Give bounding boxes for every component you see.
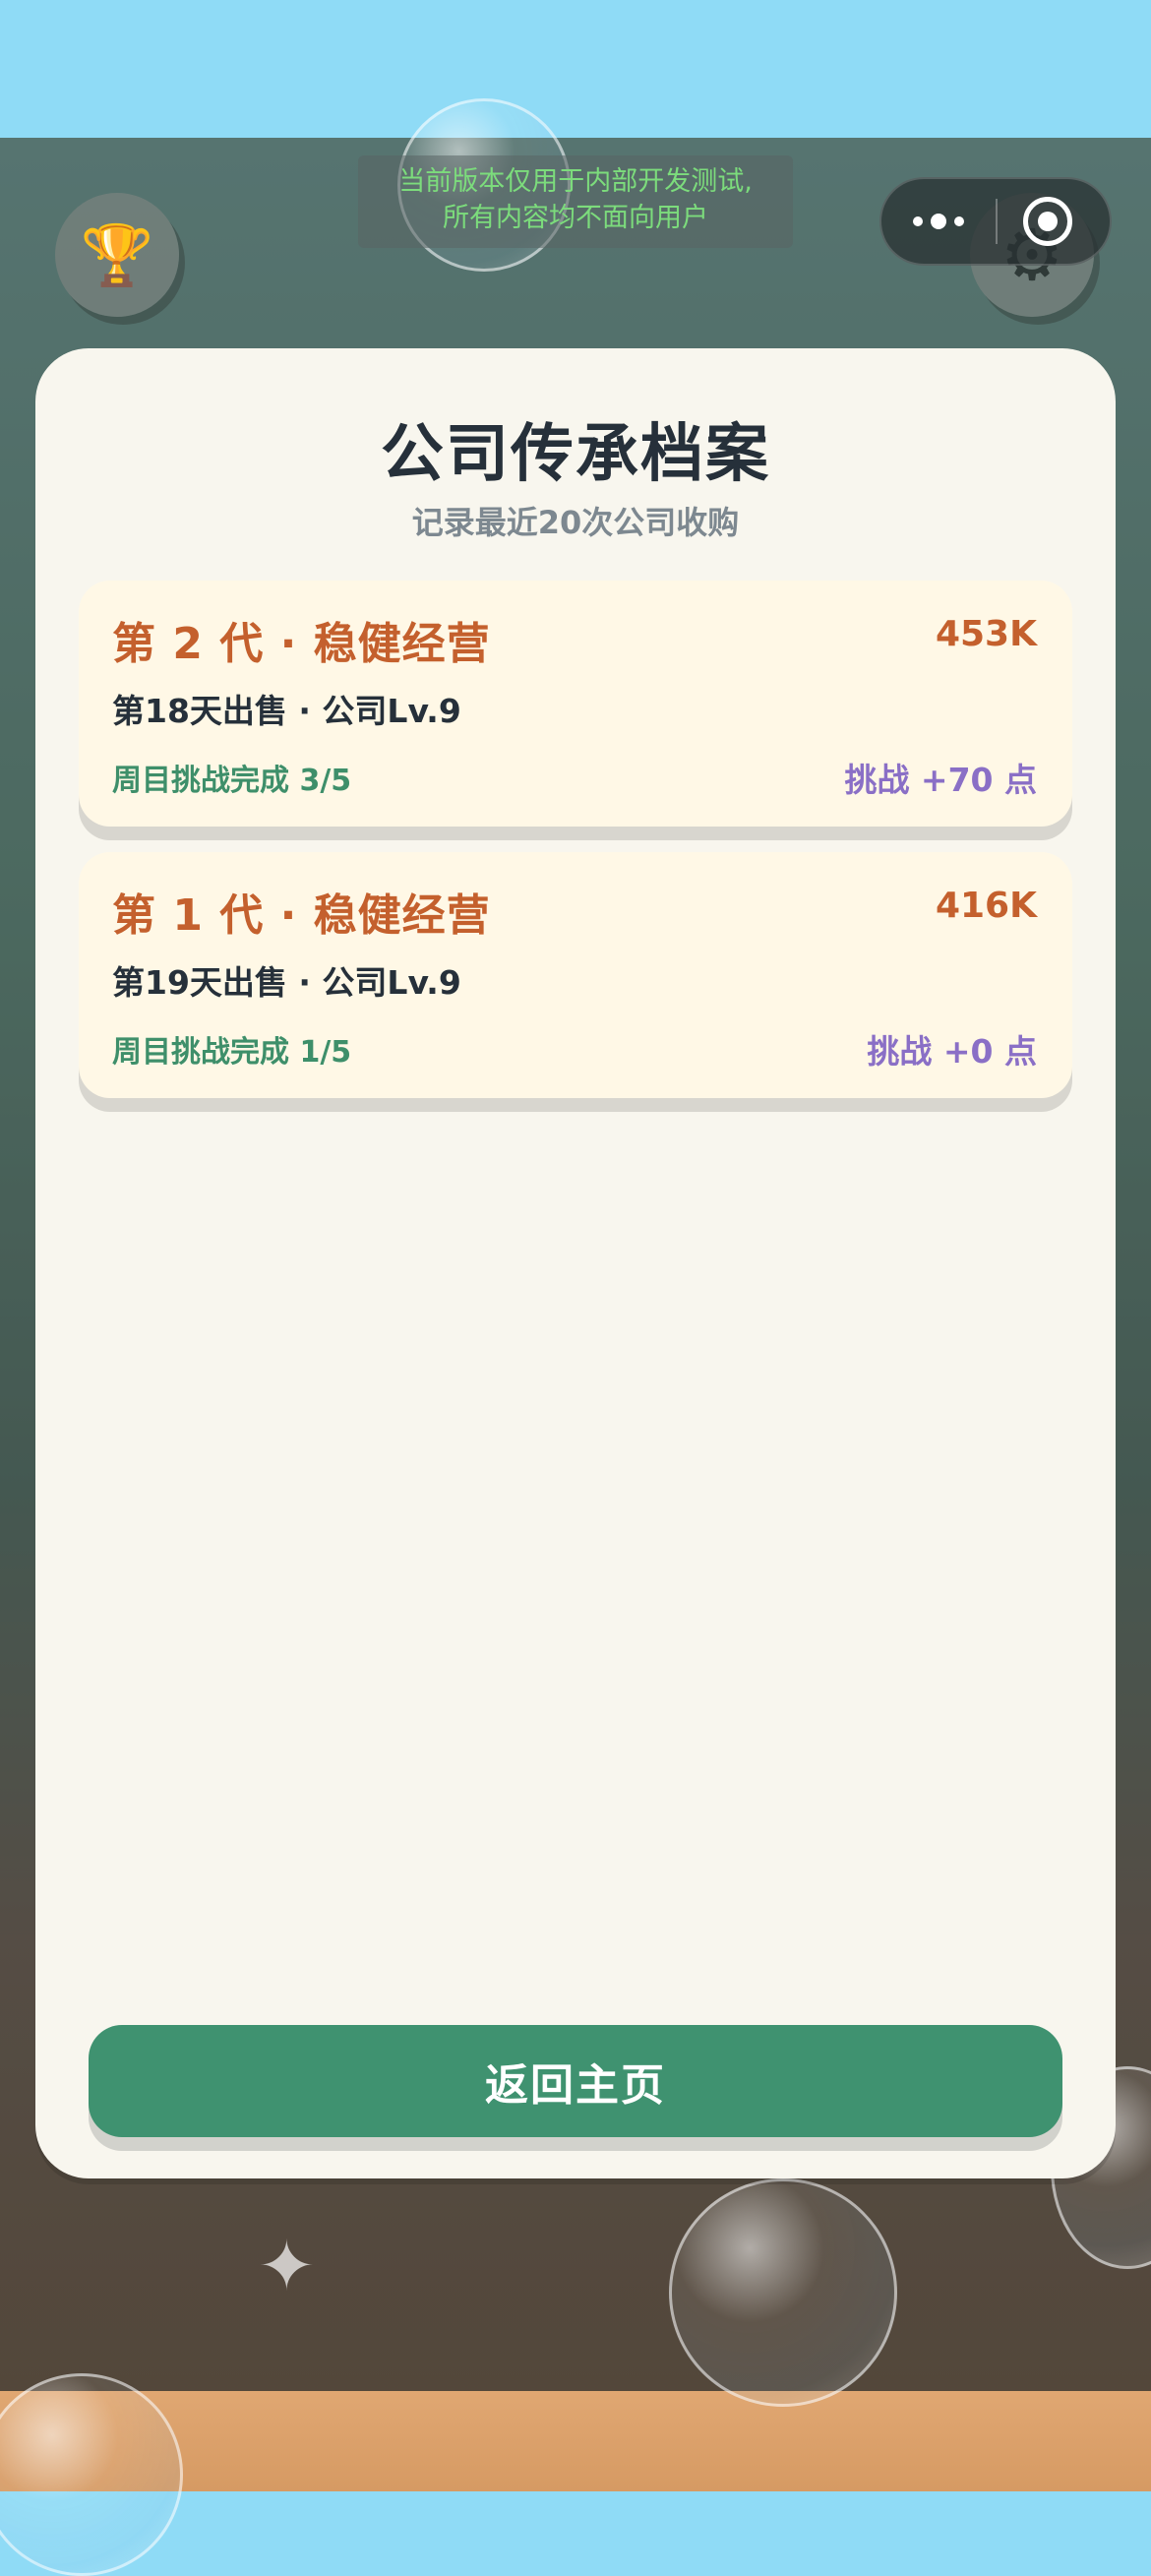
record-title: 第 2 代 · 稳健经营	[112, 619, 491, 669]
miniprogram-close-icon	[1038, 212, 1058, 231]
miniprogram-capsule	[879, 177, 1112, 266]
trophy-button[interactable]: 🏆	[55, 193, 179, 317]
record-points: 挑战 +0 点	[867, 1032, 1037, 1071]
panel-subtitle: 记录最近20次公司收购	[411, 504, 740, 541]
record-card: 第 2 代 · 稳健经营 453K 第18天出售 · 公司Lv.9 周目挑战完成…	[79, 581, 1072, 827]
record-progress: 周目挑战完成 3/5	[112, 764, 352, 798]
close-miniprogram-button[interactable]	[1023, 197, 1072, 246]
more-dots-icon	[913, 216, 923, 226]
record-card: 第 1 代 · 稳健经营 416K 第19天出售 · 公司Lv.9 周目挑战完成…	[79, 852, 1072, 1098]
dev-notice-line2: 所有内容均不面向用户	[443, 203, 708, 233]
record-value: 416K	[935, 886, 1037, 926]
record-points: 挑战 +70 点	[844, 761, 1037, 799]
record-value: 453K	[935, 614, 1037, 654]
sparkle-icon: ✦	[258, 2226, 316, 2306]
capsule-divider	[996, 199, 998, 244]
more-dots-icon-center	[931, 214, 946, 229]
panel-title: 公司传承档案	[381, 418, 770, 491]
record-title: 第 1 代 · 稳健经营	[112, 890, 491, 941]
dev-notice-banner: 当前版本仅用于内部开发测试, 所有内容均不面向用户	[358, 155, 793, 248]
record-meta: 第19天出售 · 公司Lv.9	[112, 963, 461, 1002]
record-progress: 周目挑战完成 1/5	[112, 1035, 352, 1070]
more-button[interactable]	[881, 179, 996, 264]
return-home-button[interactable]: 返回主页	[89, 2025, 1062, 2137]
more-dots-icon-right	[954, 216, 964, 226]
trophy-icon: 🏆	[80, 220, 154, 290]
dev-notice-line1: 当前版本仅用于内部开发测试,	[398, 166, 753, 197]
record-meta: 第18天出售 · 公司Lv.9	[112, 692, 461, 730]
bubble-decoration	[669, 2178, 897, 2407]
